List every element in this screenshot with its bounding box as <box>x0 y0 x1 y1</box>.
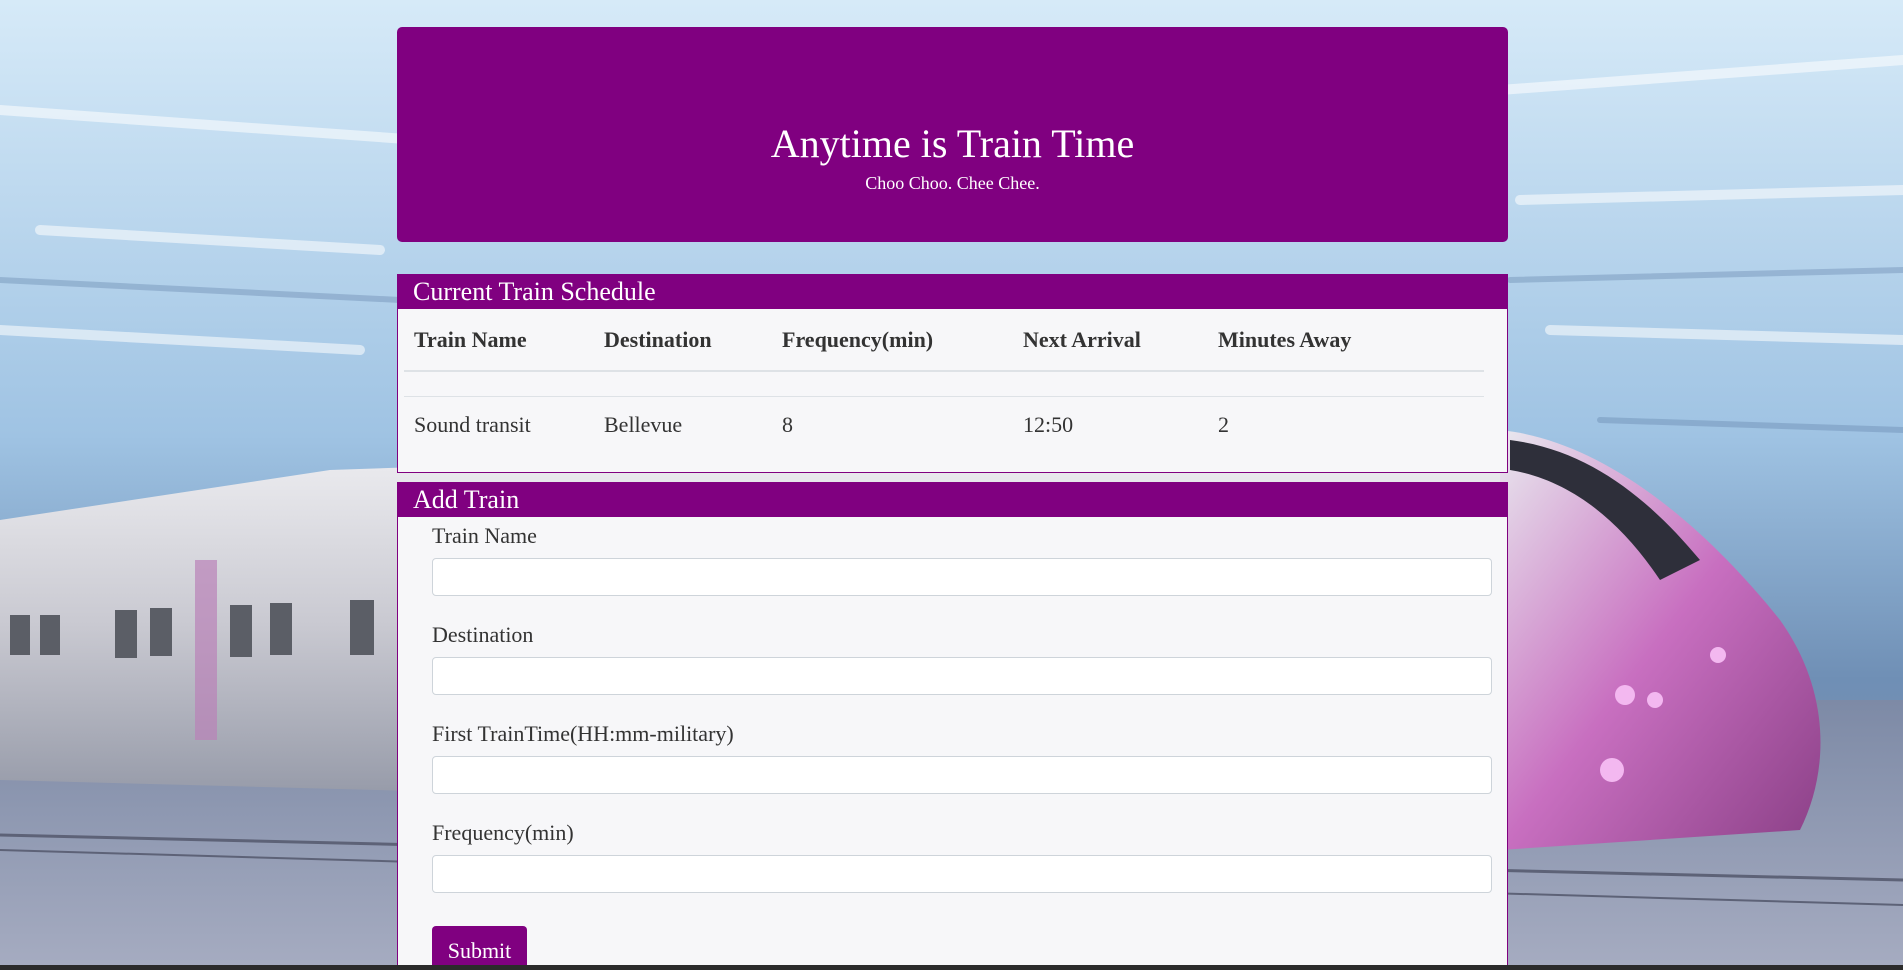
frequency-input[interactable] <box>432 855 1492 893</box>
column-header-minutes-away: Minutes Away <box>1208 309 1484 372</box>
schedule-heading: Current Train Schedule <box>398 275 1507 309</box>
schedule-panel: Current Train Schedule Train Name Destin… <box>397 274 1508 473</box>
column-header-destination: Destination <box>594 309 772 372</box>
destination-group: Destination <box>432 622 1492 695</box>
destination-input[interactable] <box>432 657 1492 695</box>
destination-label: Destination <box>432 622 534 647</box>
main-container: Anytime is Train Time Choo Choo. Chee Ch… <box>397 0 1508 970</box>
train-name-input[interactable] <box>432 558 1492 596</box>
column-header-next-arrival: Next Arrival <box>1013 309 1208 372</box>
frequency-group: Frequency(min) <box>432 820 1492 893</box>
column-header-frequency: Frequency(min) <box>772 309 1013 372</box>
add-train-panel: Add Train Train Name Destination First T… <box>397 482 1508 970</box>
page-subtitle: Choo Choo. Chee Chee. <box>865 173 1040 193</box>
frequency-label: Frequency(min) <box>432 820 574 845</box>
schedule-table: Train Name Destination Frequency(min) Ne… <box>404 309 1484 453</box>
first-train-time-input[interactable] <box>432 756 1492 794</box>
first-train-time-label: First TrainTime(HH:mm-military) <box>432 721 734 746</box>
cell-destination: Bellevue <box>604 412 683 437</box>
add-train-heading: Add Train <box>398 483 1507 517</box>
cell-frequency: 8 <box>782 412 793 437</box>
page-title: Anytime is Train Time <box>770 121 1135 166</box>
table-row: Sound transit Bellevue 8 12:50 2 <box>404 397 1484 454</box>
table-spacer-row <box>404 371 1484 397</box>
train-name-label: Train Name <box>432 523 537 548</box>
header-banner: Anytime is Train Time Choo Choo. Chee Ch… <box>397 27 1508 242</box>
column-header-train-name: Train Name <box>404 309 594 372</box>
schedule-header-row: Train Name Destination Frequency(min) Ne… <box>404 309 1484 372</box>
cell-next-arrival: 12:50 <box>1023 412 1074 437</box>
train-name-group: Train Name <box>432 523 1492 596</box>
window-bottom-edge <box>0 965 1903 970</box>
first-train-time-group: First TrainTime(HH:mm-military) <box>432 721 1492 794</box>
add-train-form: Train Name Destination First TrainTime(H… <box>398 517 1507 970</box>
cell-minutes-away: 2 <box>1218 412 1229 437</box>
submit-button[interactable]: Submit <box>432 926 527 970</box>
cell-train-name: Sound transit <box>414 412 531 437</box>
